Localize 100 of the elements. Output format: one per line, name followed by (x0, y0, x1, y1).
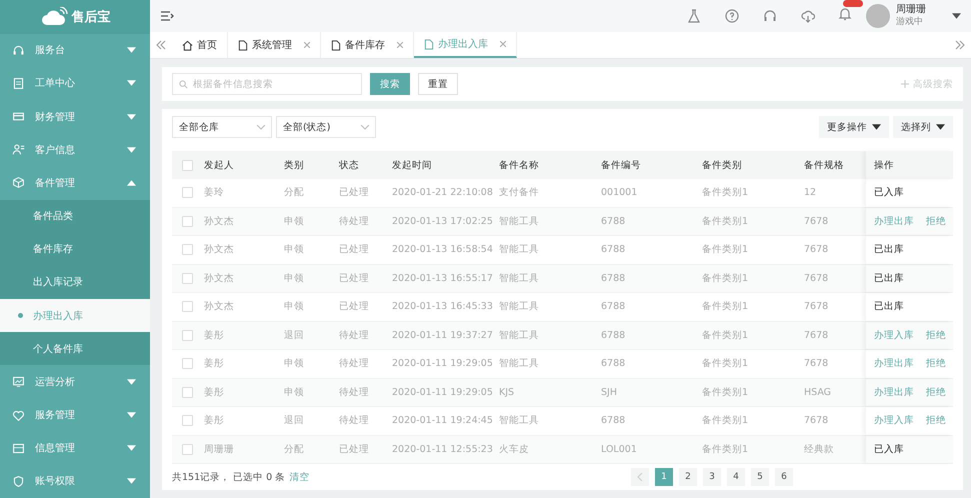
sidebar-item[interactable]: 服务台 (0, 34, 150, 67)
close-icon[interactable] (304, 42, 310, 48)
document-icon (12, 76, 25, 90)
checkbox[interactable] (182, 301, 193, 312)
bell-icon[interactable] (838, 7, 852, 22)
checkbox[interactable] (182, 160, 193, 170)
table-cell-text: 待处理 (339, 357, 370, 372)
action-link[interactable]: 拒绝 (926, 214, 946, 228)
action-link[interactable]: 拒绝 (926, 357, 946, 370)
action-link[interactable]: 办理出库 (874, 357, 914, 370)
table-cell-text: 备件类别1 (702, 243, 750, 258)
action-link[interactable]: 拒绝 (926, 386, 946, 399)
page-button[interactable]: 4 (727, 468, 745, 486)
scroll-right-icon[interactable] (955, 40, 965, 50)
submenu-item[interactable]: 备件品类 (0, 200, 150, 233)
table-cell-text: 智能工具 (499, 300, 540, 314)
table-cell-text: 6788 (601, 214, 626, 229)
filter-dropdown[interactable]: 全部仓库 (172, 116, 272, 138)
table-cell-text: 备件类别1 (702, 214, 750, 229)
checkbox[interactable] (182, 187, 193, 198)
checkbox[interactable] (182, 272, 193, 284)
table-cell-text: LOL001 (601, 442, 638, 457)
sidebar-item[interactable]: 服务管理 (0, 398, 150, 432)
table-cell-text: 孙文杰 (204, 272, 235, 286)
column-header: 发起时间 (392, 158, 433, 172)
table-cell-text: 12 (804, 186, 818, 200)
submenu-item[interactable]: 备件库存 (0, 232, 150, 266)
sidebar-item[interactable]: 工单中心 (0, 66, 150, 100)
scroll-left-icon[interactable] (156, 40, 166, 50)
reset-button[interactable]: 重置 (418, 73, 458, 96)
action-link[interactable]: 办理入库 (874, 414, 914, 428)
sidebar-item[interactable]: 信息管理 (0, 432, 150, 465)
cloud-logo-icon (40, 6, 68, 27)
page-button[interactable]: 1 (655, 468, 673, 486)
checkbox[interactable] (182, 386, 193, 398)
advanced-search-link[interactable]: 高级搜索 (901, 78, 953, 91)
more-actions-button[interactable]: 更多操作 (819, 116, 889, 138)
sidebar-item[interactable]: 备件管理 (0, 166, 150, 200)
cloud-download-icon[interactable] (801, 8, 815, 23)
table-cell-text: 支付备件 (499, 186, 540, 200)
checkbox[interactable] (182, 216, 193, 227)
table-cell-text: 备件类别1 (702, 186, 750, 200)
submenu-item[interactable]: 办理出入库 (0, 299, 150, 332)
table-cell-text: 备件类别1 (702, 272, 750, 286)
tab[interactable]: 首页 (172, 32, 228, 58)
table-cell-text: 智能工具 (499, 414, 540, 428)
sidebar-item[interactable]: 账号权限 (0, 464, 150, 498)
page-button[interactable]: 2 (679, 468, 697, 486)
table-cell-text: 周珊珊 (204, 442, 235, 457)
close-icon[interactable] (397, 42, 403, 48)
table-cell-text: 备件类别1 (702, 357, 750, 372)
action-link[interactable]: 办理出库 (874, 214, 914, 228)
status-text: 已出库 (874, 300, 904, 314)
select-columns-button[interactable]: 选择列 (893, 116, 953, 138)
clear-link[interactable]: 清空 (289, 470, 310, 484)
tab[interactable]: 办理出入库 (414, 32, 517, 58)
user-status: 游戏中 (896, 16, 924, 28)
tab[interactable]: 系统管理 (228, 32, 321, 58)
flask-icon[interactable] (687, 8, 701, 23)
headset-icon[interactable] (763, 8, 777, 23)
table-cell-text: 智能工具 (499, 214, 540, 229)
sidebar-item[interactable]: 客户信息 (0, 133, 150, 166)
action-link[interactable]: 拒绝 (926, 414, 946, 428)
close-icon[interactable] (500, 41, 506, 48)
table-cell-text: 2020-01-13 16:55:17 (392, 272, 494, 286)
status-text: 已出库 (874, 272, 904, 285)
page-button[interactable]: 3 (703, 468, 721, 486)
action-link[interactable]: 办理出库 (874, 386, 914, 399)
submenu-item[interactable]: 个人备件库 (0, 332, 150, 366)
table-cell-text: 申领 (284, 243, 305, 258)
table-cell-text: 2020-01-13 16:58:54 (392, 243, 494, 258)
checkbox[interactable] (182, 444, 193, 455)
search-field[interactable]: 根据备件信息搜索 (172, 73, 362, 96)
table-cell-text: 6788 (601, 243, 626, 258)
action-link[interactable]: 办理入库 (874, 328, 914, 342)
page-button[interactable]: 5 (751, 468, 769, 486)
tab[interactable]: 备件库存 (321, 32, 414, 58)
previous-page-icon[interactable] (631, 468, 649, 486)
chevron-icon (361, 124, 369, 130)
filter-dropdown[interactable]: 全部(状态) (276, 116, 376, 138)
page-button[interactable]: 6 (775, 468, 793, 486)
help-icon[interactable] (725, 8, 739, 23)
table-cell-text: 孙文杰 (204, 300, 235, 314)
action-link[interactable]: 拒绝 (926, 328, 946, 342)
checkbox[interactable] (182, 244, 193, 256)
table-cell-text: 待处理 (339, 328, 370, 343)
table-cell-text: KJS (499, 386, 516, 400)
home-icon (182, 40, 193, 51)
submenu-item[interactable]: 出入库记录 (0, 266, 150, 300)
caret-icon[interactable] (952, 12, 961, 19)
table-cell-text: 已处理 (339, 272, 370, 286)
menu-icon[interactable] (160, 8, 174, 23)
checkbox[interactable] (182, 415, 193, 426)
search-button[interactable]: 搜索 (370, 73, 410, 96)
checkbox[interactable] (182, 330, 193, 341)
sidebar-item[interactable]: 运营分析 (0, 365, 150, 399)
table-cell-text: 智能工具 (499, 328, 540, 343)
sidebar-item[interactable]: 财务管理 (0, 100, 150, 134)
checkbox[interactable] (182, 358, 193, 370)
avatar[interactable] (866, 4, 890, 28)
